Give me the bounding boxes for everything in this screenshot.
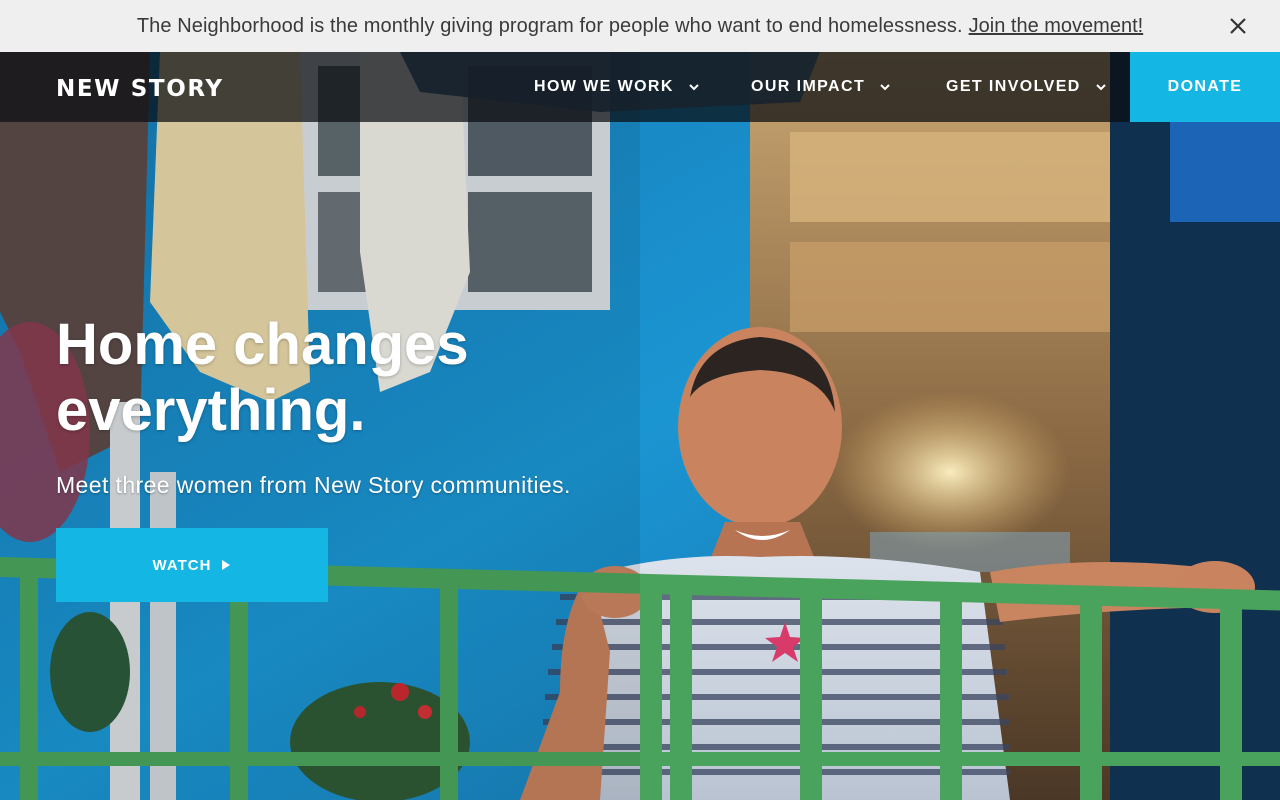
hero-subhead: Meet three women from New Story communit… xyxy=(56,472,571,498)
watch-button-label: WATCH xyxy=(152,556,212,574)
close-icon[interactable] xyxy=(1226,14,1250,38)
nav-our-impact[interactable]: OUR IMPACT xyxy=(751,78,891,96)
nav-item-label: OUR IMPACT xyxy=(751,78,866,95)
join-movement-link[interactable]: Join the movement! xyxy=(969,15,1144,38)
watch-button[interactable]: WATCH xyxy=(56,528,328,602)
nav-how-we-work[interactable]: HOW WE WORK xyxy=(534,78,700,96)
nav-item-label: GET INVOLVED xyxy=(946,78,1081,95)
chevron-down-icon xyxy=(689,84,699,91)
hero-headline: Home changes everything. xyxy=(56,312,469,443)
announcement-text: The Neighborhood is the monthly giving p… xyxy=(136,14,963,37)
chevron-down-icon xyxy=(1096,84,1106,91)
chevron-down-icon xyxy=(880,84,890,91)
nav-get-involved[interactable]: GET INVOLVED xyxy=(946,78,1107,96)
donate-button[interactable]: DONATE xyxy=(1130,52,1280,122)
main-navbar: NEW STORY HOW WE WORK OUR IMPACT GET INV… xyxy=(0,52,1280,122)
announcement-bar: The Neighborhood is the monthly giving p… xyxy=(0,0,1280,52)
nav-item-label: HOW WE WORK xyxy=(534,78,674,95)
play-icon xyxy=(222,560,231,570)
logo[interactable]: NEW STORY xyxy=(56,76,224,102)
